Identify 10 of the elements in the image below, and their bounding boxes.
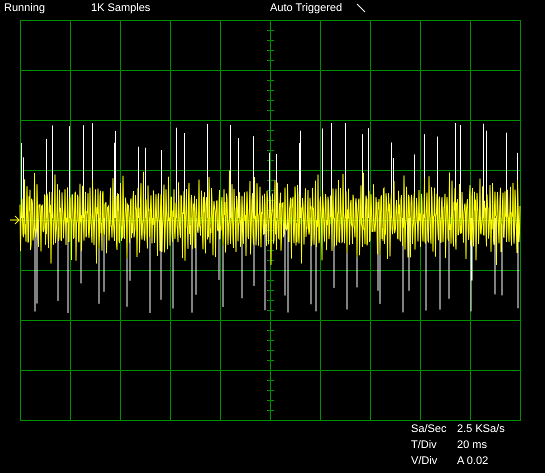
readout-label: Sa/Sec: [411, 422, 448, 437]
sample-count: 1K Samples: [91, 0, 152, 16]
readout-value: 2.5 KSa/s: [457, 422, 506, 437]
run-state: Running: [4, 0, 46, 16]
readout-label: T/Div: [411, 438, 438, 453]
readout-value: 20 ms: [457, 438, 488, 453]
trigger-slope-icon: [356, 3, 366, 13]
readout-label: V/Div: [411, 454, 438, 469]
readout-value: A 0.02: [457, 454, 490, 469]
trigger-mode: Auto Triggered: [270, 0, 342, 16]
